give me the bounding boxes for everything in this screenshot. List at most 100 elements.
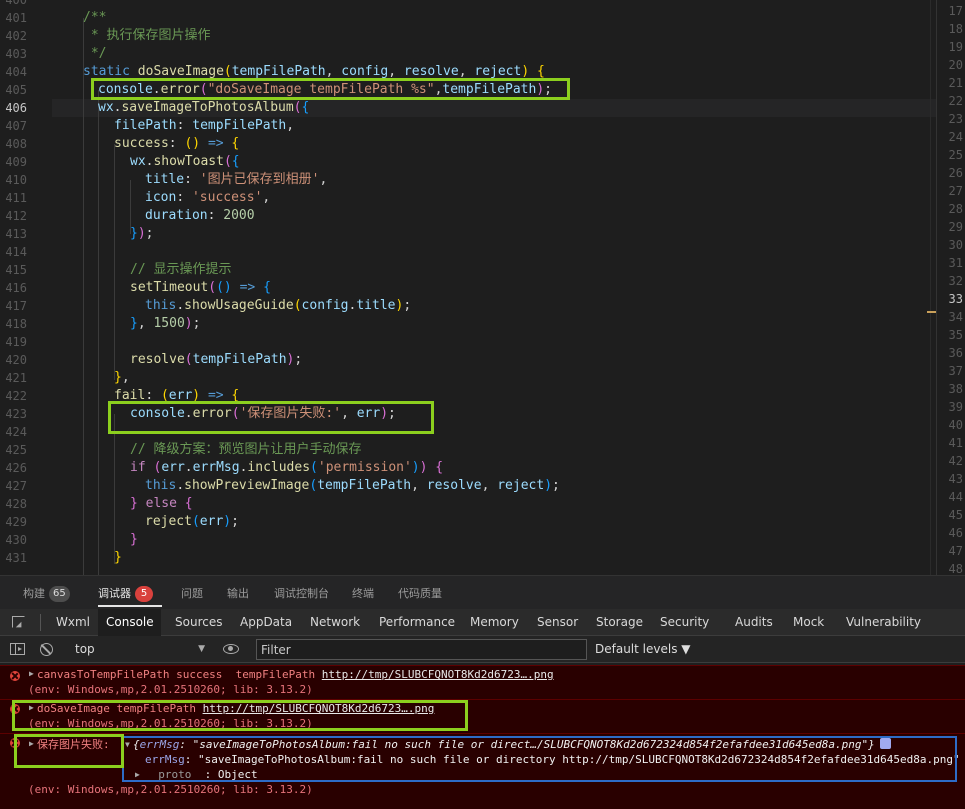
line-number: 418 bbox=[5, 317, 27, 331]
line-number: 24 bbox=[948, 130, 963, 144]
line-number: 408 bbox=[5, 137, 27, 151]
tab-console[interactable]: Console bbox=[98, 609, 161, 636]
toolbar-divider bbox=[40, 614, 41, 631]
tab-security[interactable]: Security bbox=[652, 609, 717, 636]
env-info: (env: Windows,mp,2.01.2510260; lib: 3.13… bbox=[28, 683, 313, 696]
code-line-411: icon: 'success', bbox=[145, 190, 271, 205]
annotation-box-console-error-405 bbox=[91, 78, 570, 100]
line-number: 401 bbox=[5, 11, 27, 25]
line-number: 422 bbox=[5, 389, 27, 403]
indent-guide bbox=[114, 144, 115, 380]
code-line-420: resolve(tempFilePath); bbox=[130, 352, 303, 367]
tab-performance[interactable]: Performance bbox=[371, 609, 463, 636]
line-number: 33 bbox=[948, 292, 963, 306]
line-number: 39 bbox=[948, 400, 963, 414]
line-number: 427 bbox=[5, 479, 27, 493]
line-number: 43 bbox=[948, 472, 963, 486]
tab-problems[interactable]: 问题 bbox=[181, 585, 203, 603]
expanded-object-outline bbox=[122, 736, 957, 782]
env-info: (env: Windows,mp,2.01.2510260; lib: 3.13… bbox=[28, 783, 313, 796]
code-editor[interactable]: 400 401 402 403 404 405 406 407 408 409 410 411 412 4… bbox=[0, 0, 965, 575]
tab-build[interactable]: 构建 65 bbox=[23, 585, 70, 603]
line-number: 428 bbox=[5, 497, 27, 511]
line-number: 32 bbox=[948, 274, 963, 288]
line-number: 411 bbox=[5, 191, 27, 205]
console-error-message[interactable]: ▶ canvasToTempFilePath success tempFileP… bbox=[0, 665, 965, 699]
tab-sensor[interactable]: Sensor bbox=[529, 609, 586, 636]
line-number: 400 bbox=[5, 0, 27, 7]
line-number: 41 bbox=[948, 436, 963, 450]
tab-debugger[interactable]: 调试器 5 bbox=[98, 585, 153, 603]
error-icon bbox=[10, 671, 20, 681]
line-number: 409 bbox=[5, 155, 27, 169]
active-tab-underline bbox=[98, 605, 162, 607]
tab-audits[interactable]: Audits bbox=[727, 609, 781, 636]
execution-context-select[interactable]: top ▼ bbox=[68, 640, 211, 659]
code-line-427: this.showPreviewImage(tempFilePath, reso… bbox=[145, 478, 560, 493]
line-number: 29 bbox=[948, 220, 963, 234]
tab-vulnerability[interactable]: Vulnerability bbox=[838, 609, 929, 636]
annotation-box-save-failed-log bbox=[14, 734, 124, 768]
line-number: 42 bbox=[948, 454, 963, 468]
line-number: 403 bbox=[5, 47, 27, 61]
line-number: 19 bbox=[948, 40, 963, 54]
line-number: 404 bbox=[5, 65, 27, 79]
code-line-416: setTimeout(() => { bbox=[130, 280, 271, 295]
split-editor-gutter: 17 18 19 20 21 22 23 24 25 26 27 28 29 30 31 32 33 34 35 36… bbox=[936, 0, 965, 575]
line-number: 424 bbox=[5, 425, 27, 439]
indent-guide bbox=[114, 414, 115, 564]
line-number: 431 bbox=[5, 551, 27, 565]
annotation-box-dosaveimage-log bbox=[12, 700, 468, 731]
clear-console-icon[interactable] bbox=[40, 643, 53, 656]
tab-storage[interactable]: Storage bbox=[588, 609, 651, 636]
build-count-badge: 65 bbox=[49, 586, 70, 602]
indent-guide bbox=[83, 18, 84, 575]
line-number: 36 bbox=[948, 346, 963, 360]
line-number: 417 bbox=[5, 299, 27, 313]
code-line-408: success: () => { bbox=[114, 136, 240, 151]
line-number: 45 bbox=[948, 508, 963, 522]
tab-appdata[interactable]: AppData bbox=[232, 609, 300, 636]
code-line-417: this.showUsageGuide(config.title); bbox=[145, 298, 412, 313]
chevron-down-icon: ▼ bbox=[198, 644, 205, 654]
show-sidebar-icon[interactable] bbox=[10, 643, 25, 655]
tab-wxml[interactable]: Wxml bbox=[48, 609, 98, 636]
file-link[interactable]: http://tmp/SLUBCFQNOT8Kd2d6723….png bbox=[322, 668, 554, 681]
panel-tab-bar: 构建 65 调试器 5 问题 输出 调试控制台 终端 代码质量 bbox=[0, 575, 965, 609]
tab-terminal[interactable]: 终端 bbox=[352, 585, 374, 603]
tab-output[interactable]: 输出 bbox=[227, 585, 249, 603]
tab-mock[interactable]: Mock bbox=[785, 609, 832, 636]
message-text: canvasToTempFilePath success tempFilePat… bbox=[37, 668, 554, 681]
line-number: 405 bbox=[5, 83, 27, 97]
line-number: 426 bbox=[5, 461, 27, 475]
line-number: 415 bbox=[5, 263, 27, 277]
log-levels-dropdown[interactable]: Default levels ▼ bbox=[595, 640, 691, 659]
line-number: 420 bbox=[5, 353, 27, 367]
line-number: 28 bbox=[948, 202, 963, 216]
code-line-425: // 降级方案：预览图片让用户手动保存 bbox=[130, 442, 362, 457]
line-number: 27 bbox=[948, 184, 963, 198]
tab-debug-console[interactable]: 调试控制台 bbox=[274, 585, 329, 603]
code-line-429: reject(err); bbox=[145, 514, 239, 529]
console-filter-input[interactable] bbox=[256, 639, 587, 660]
expand-triangle-icon[interactable]: ▶ bbox=[29, 669, 34, 678]
line-number: 412 bbox=[5, 209, 27, 223]
line-number: 44 bbox=[948, 490, 963, 504]
line-number: 407 bbox=[5, 119, 27, 133]
tab-memory[interactable]: Memory bbox=[462, 609, 527, 636]
devtools-tab-bar: Wxml Console Sources AppData Network Per… bbox=[0, 609, 965, 636]
code-line-412: duration: 2000 bbox=[145, 208, 255, 223]
line-number: 402 bbox=[5, 29, 27, 43]
debugger-count-badge: 5 bbox=[135, 586, 153, 602]
code-line-426: if (err.errMsg.includes('permission')) { bbox=[130, 460, 444, 475]
indent-guide bbox=[98, 90, 99, 575]
tab-sources[interactable]: Sources bbox=[167, 609, 230, 636]
line-number: 423 bbox=[5, 407, 27, 421]
line-number: 421 bbox=[5, 371, 27, 385]
annotation-box-console-error-423 bbox=[108, 401, 434, 434]
line-number: 429 bbox=[5, 515, 27, 529]
line-number: 416 bbox=[5, 281, 27, 295]
live-expression-eye-icon[interactable] bbox=[223, 644, 239, 654]
tab-network[interactable]: Network bbox=[302, 609, 368, 636]
tab-code-quality[interactable]: 代码质量 bbox=[398, 585, 442, 603]
